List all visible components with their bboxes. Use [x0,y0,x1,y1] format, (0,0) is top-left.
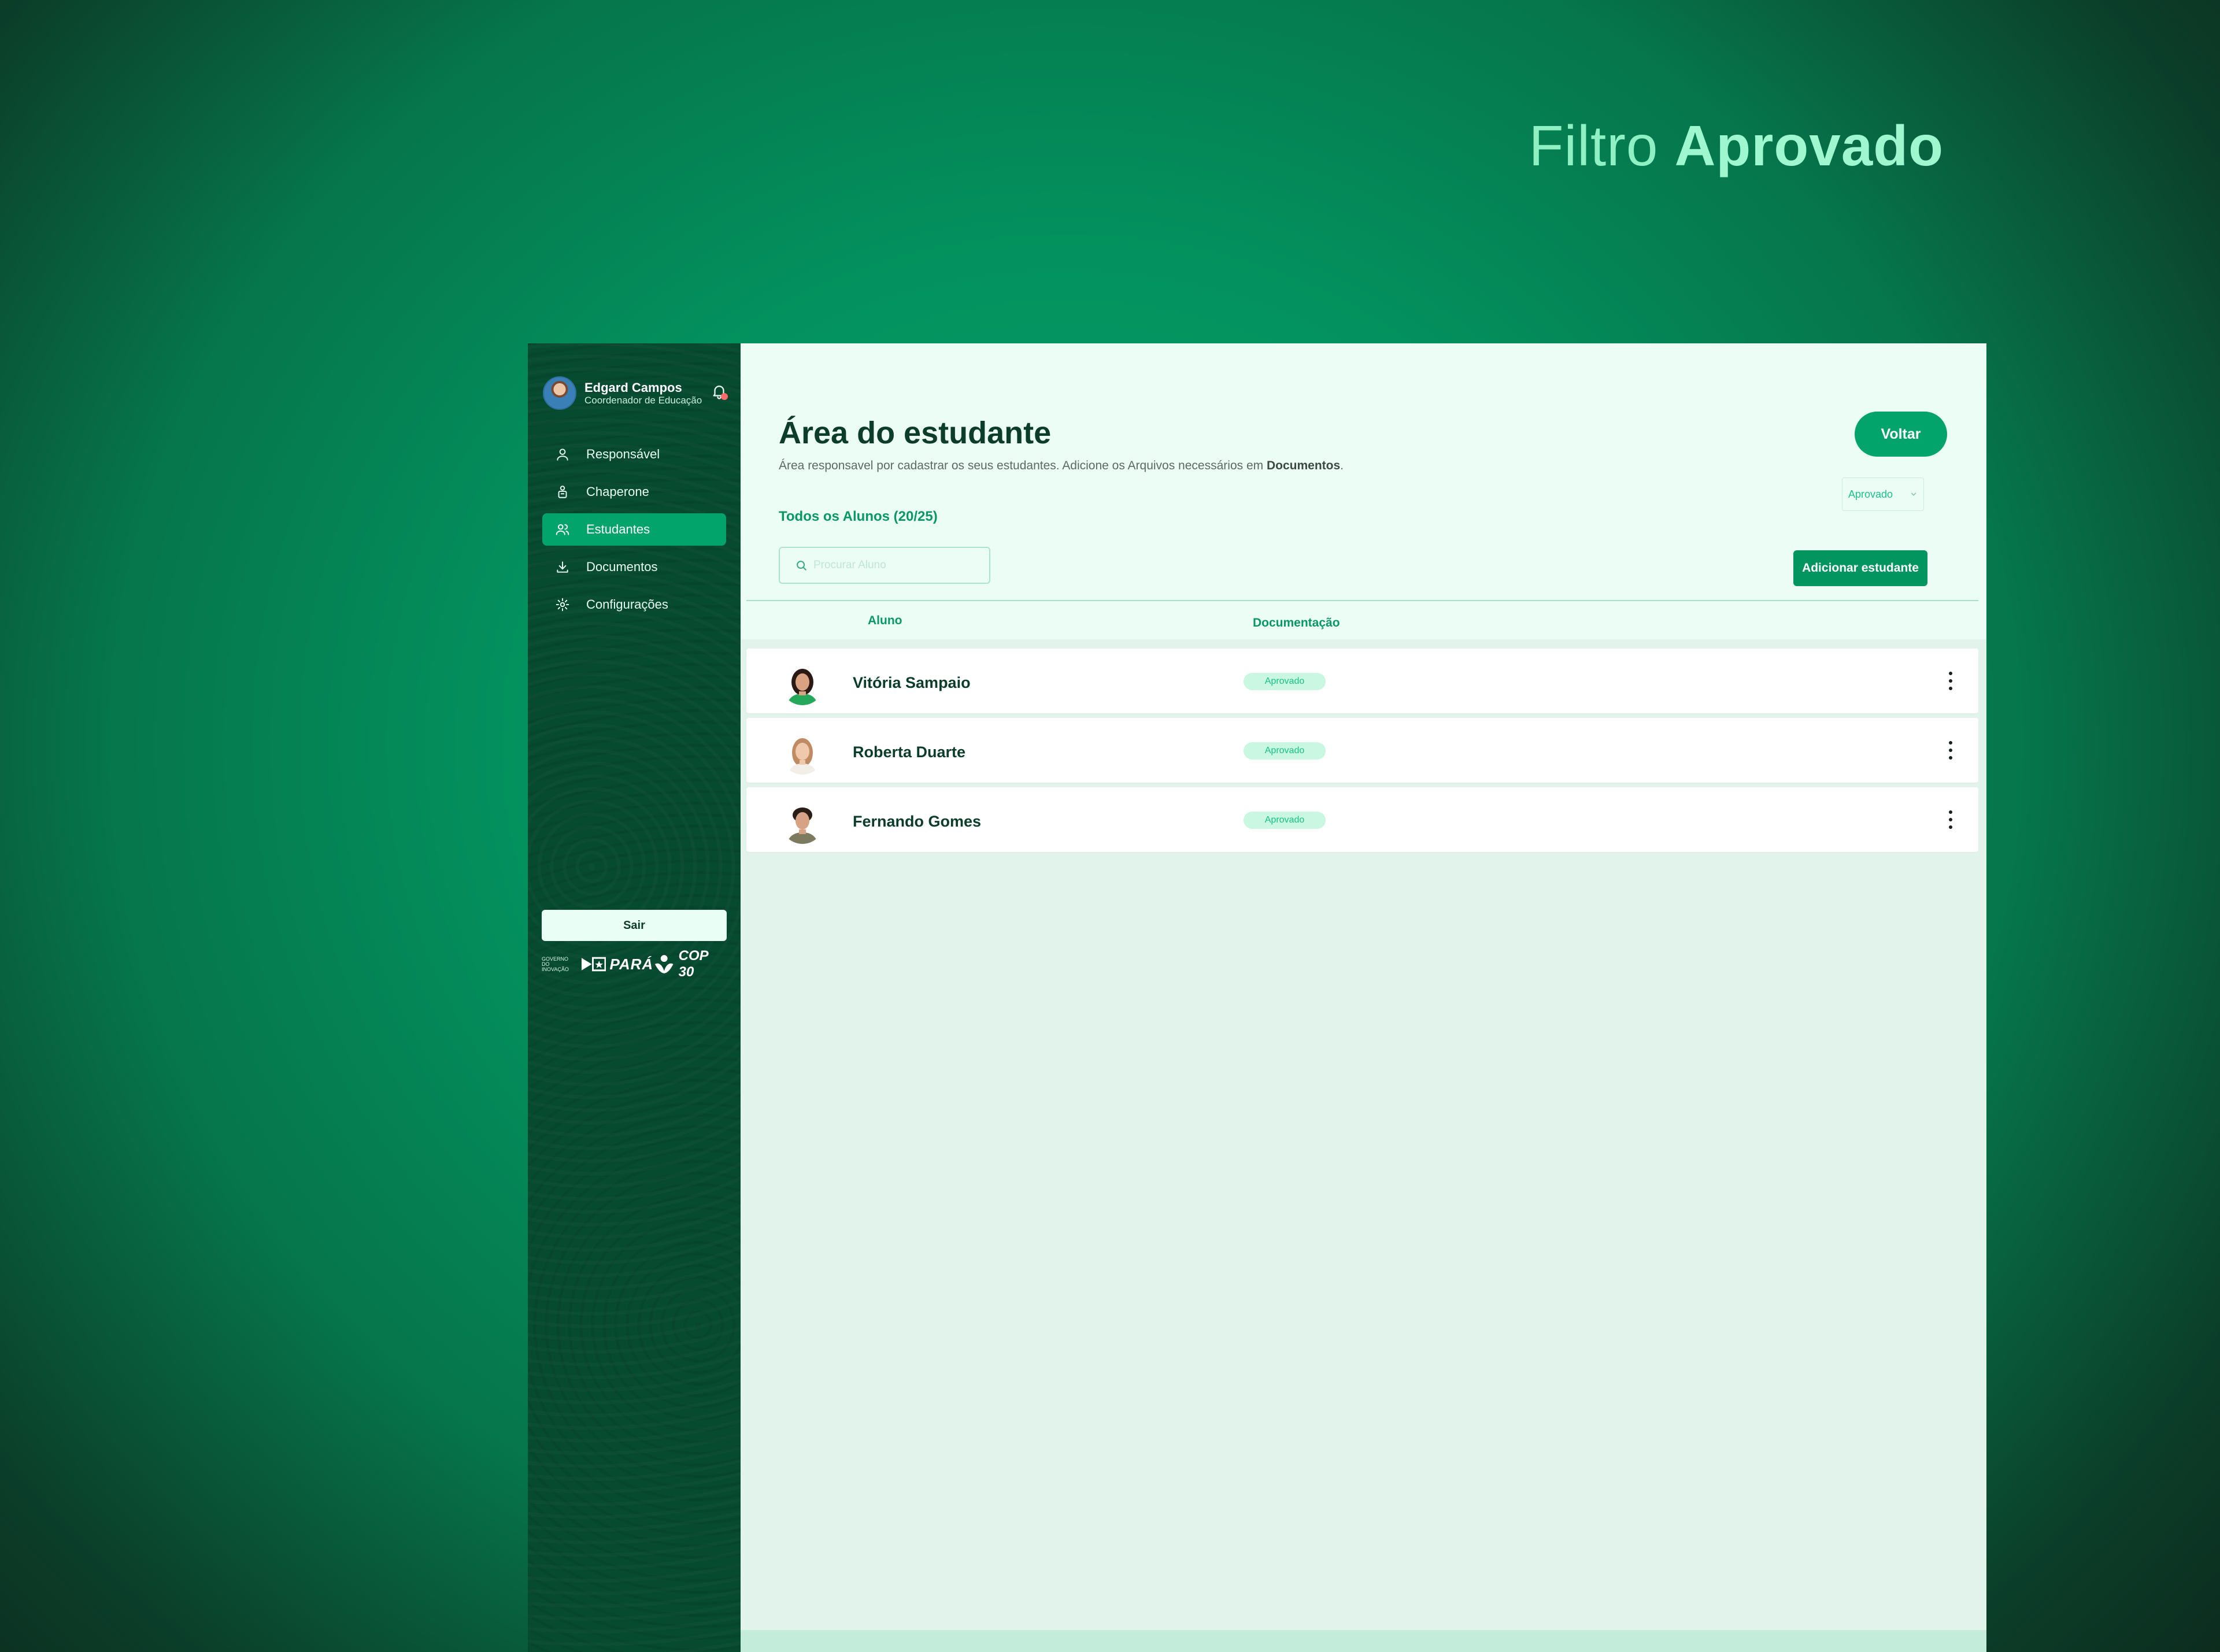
table-row[interactable]: Vitória Sampaio Aprovado [746,649,1978,713]
row-menu-button[interactable] [1945,739,1956,762]
chevron-down-icon [1911,492,1916,496]
hero-title-prefix: Filtro [1529,114,1659,177]
filter-value: Aprovado [1848,488,1893,500]
back-button[interactable]: Voltar [1855,412,1947,457]
app-window: Edgard Campos Coordenador de Educação Re… [528,343,1986,1652]
row-menu-button[interactable] [1945,808,1956,831]
page-title: Área do estudante [779,416,1052,450]
user-icon [554,446,571,463]
sidebar-item-documentos[interactable]: Documentos [542,551,726,583]
sidebar-item-configuracoes[interactable]: Configurações [542,588,726,621]
bottom-bar [741,1630,1986,1652]
row-menu-button[interactable] [1945,669,1956,692]
table-row[interactable]: Fernando Gomes Aprovado [746,787,1978,852]
avatar [781,801,824,844]
sidebar-item-estudantes[interactable]: Estudantes [542,513,726,546]
sidebar-item-label: Responsável [586,447,660,461]
status-badge: Aprovado [1244,673,1326,690]
user-profile: Edgard Campos Coordenador de Educação [543,376,729,410]
sidebar-item-responsavel[interactable]: Responsável [542,438,726,471]
status-filter-select[interactable]: Aprovado [1842,477,1924,511]
sidebar: Edgard Campos Coordenador de Educação Re… [528,343,741,1652]
users-icon [554,521,571,538]
add-student-button[interactable]: Adicionar estudante [1793,550,1927,586]
students-count: Todos os Alunos (20/25) [779,509,938,524]
search-box[interactable] [779,547,990,584]
documentos-link: Documentos [1266,459,1341,472]
sidebar-item-label: Chaperone [586,484,649,499]
avatar [543,376,576,410]
partner-logos: GOVERNO DO INOVAÇÃO PARÁ COP 30 [542,948,727,980]
hero-title-highlight: Aprovado [1674,114,1944,177]
column-header-documentacao: Documentação [1253,616,1340,629]
sidebar-item-label: Configurações [586,597,668,612]
status-badge: Aprovado [1244,742,1326,760]
sidebar-item-chaperone[interactable]: Chaperone [542,476,726,508]
student-name: Fernando Gomes [853,813,982,830]
students-table: Vitória Sampaio Aprovado Roberta Duarte … [746,649,1978,857]
dots-vertical-icon [1949,810,1952,814]
user-role: Coordenador de Educação [584,394,702,406]
avatar [781,662,824,705]
search-input[interactable] [813,559,975,572]
student-name: Roberta Duarte [853,743,966,761]
person-badge-icon [554,483,571,501]
status-badge: Aprovado [1244,812,1326,829]
leaf-logo-icon [655,955,674,973]
main-header: Área do estudante Área responsavel por c… [741,343,1986,639]
student-name: Vitória Sampaio [853,674,971,691]
logo-cop30: COP 30 [653,948,727,980]
dots-vertical-icon [1949,741,1952,744]
search-icon [797,561,806,571]
sidebar-item-label: Documentos [586,560,658,574]
sidebar-item-label: Estudantes [586,522,650,536]
table-row[interactable]: Roberta Duarte Aprovado [746,718,1978,783]
dots-vertical-icon [1949,672,1952,675]
logo-governo-para: GOVERNO DO INOVAÇÃO PARÁ [542,955,654,973]
download-icon [554,558,571,576]
main-content: Área do estudante Área responsavel por c… [741,343,1986,1652]
column-header-aluno: Aluno [868,614,902,627]
hero-title: Filtro Aprovado [1529,113,1944,179]
notification-button[interactable] [711,383,729,402]
notification-dot [721,393,728,400]
avatar [781,732,824,775]
table-header: Aluno Documentação [746,600,1978,639]
para-flag-icon [581,957,606,972]
sidebar-nav: Responsável Chaperone Estudantes Documen… [542,438,726,626]
page-subtitle: Área responsavel por cadastrar os seus e… [779,459,1344,472]
logout-button[interactable]: Sair [542,910,727,941]
user-name: Edgard Campos [584,380,682,395]
gear-icon [554,596,571,613]
